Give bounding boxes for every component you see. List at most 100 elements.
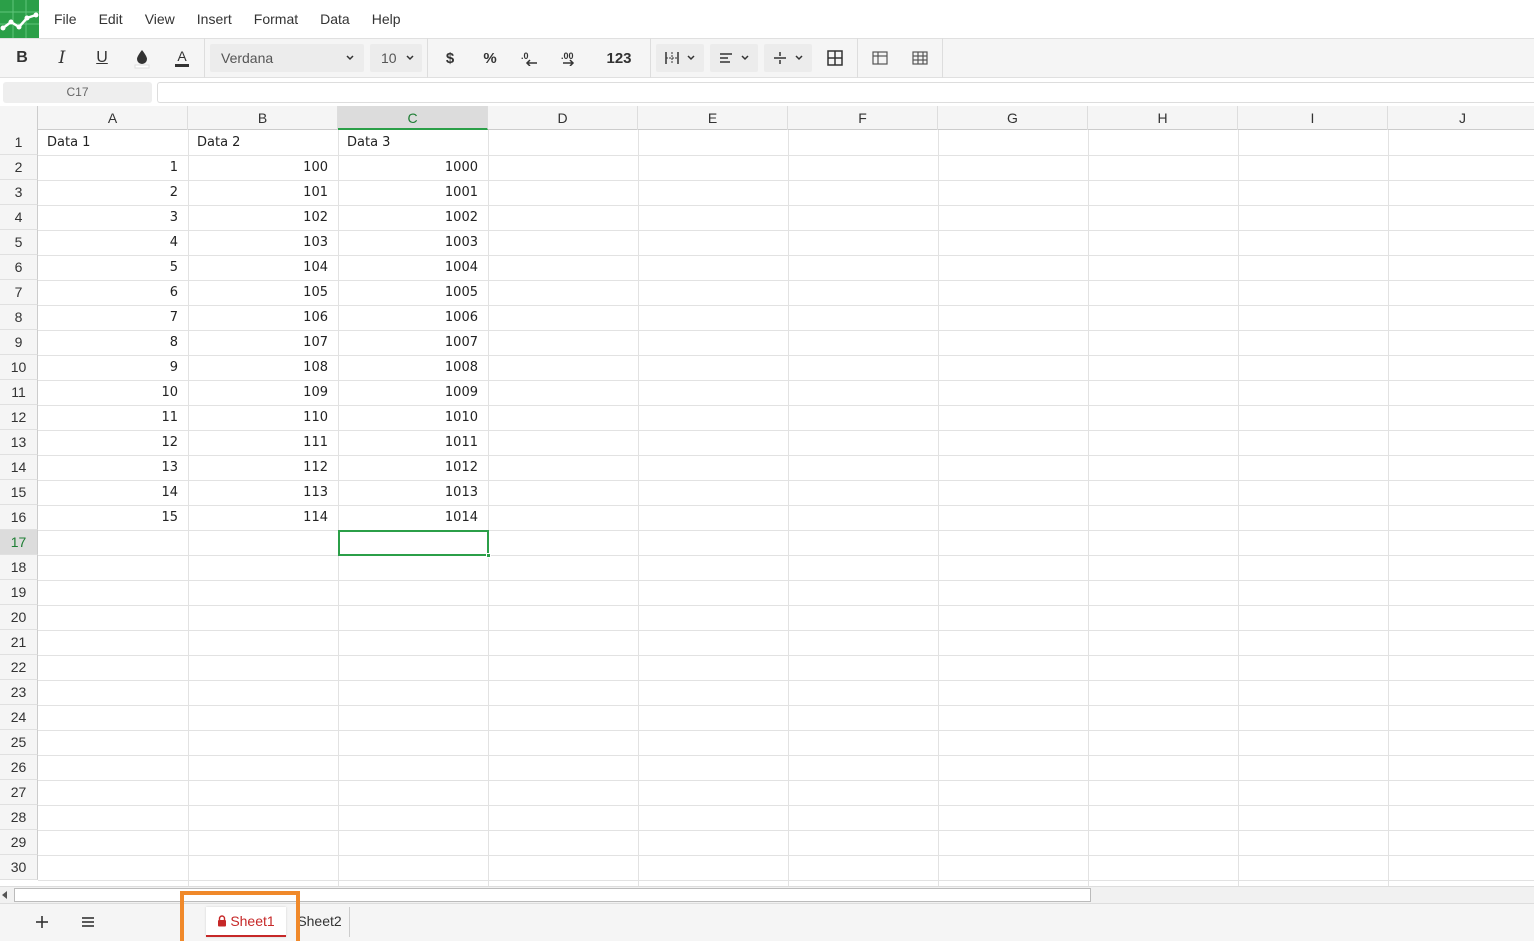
cell-a4[interactable]: 3 [38,205,188,230]
select-all-corner[interactable] [0,106,38,130]
cell-reference-box[interactable]: C17 [3,82,152,103]
column-header-g[interactable]: G [938,106,1088,130]
row-header-24[interactable]: 24 [0,705,38,730]
row-header-7[interactable]: 7 [0,280,38,305]
column-header-f[interactable]: F [788,106,938,130]
cell-b6[interactable]: 104 [188,255,338,280]
column-header-c[interactable]: C [338,106,488,130]
row-header-4[interactable]: 4 [0,205,38,230]
row-header-6[interactable]: 6 [0,255,38,280]
row-header-15[interactable]: 15 [0,480,38,505]
cell-b12[interactable]: 110 [188,405,338,430]
row-header-23[interactable]: 23 [0,680,38,705]
row-header-8[interactable]: 8 [0,305,38,330]
cell-b8[interactable]: 106 [188,305,338,330]
scrollbar-thumb[interactable] [14,888,1091,902]
cell-c2[interactable]: 1000 [338,155,488,180]
scroll-left-icon[interactable] [2,891,7,899]
row-header-5[interactable]: 5 [0,230,38,255]
selected-cell[interactable] [338,530,491,558]
cell-b15[interactable]: 113 [188,480,338,505]
cell-c6[interactable]: 1004 [338,255,488,280]
menu-file[interactable]: File [43,2,88,36]
cell-b9[interactable]: 107 [188,330,338,355]
cell-c4[interactable]: 1002 [338,205,488,230]
cell-a2[interactable]: 1 [38,155,188,180]
cell-b10[interactable]: 108 [188,355,338,380]
font-size-select[interactable]: 10 [370,44,422,72]
cell-b13[interactable]: 111 [188,430,338,455]
cell-a7[interactable]: 6 [38,280,188,305]
row-header-18[interactable]: 18 [0,555,38,580]
menu-format[interactable]: Format [243,2,309,36]
row-header-16[interactable]: 16 [0,505,38,530]
cell-c1[interactable]: Data 3 [338,130,488,155]
fill-color-button[interactable] [122,42,162,74]
row-header-29[interactable]: 29 [0,830,38,855]
cell-a9[interactable]: 8 [38,330,188,355]
horizontal-align-dropdown[interactable] [710,44,758,72]
borders-dropdown[interactable] [656,44,704,72]
table-button[interactable] [900,42,940,74]
fill-handle[interactable] [486,553,491,558]
row-header-20[interactable]: 20 [0,605,38,630]
increase-decimals-button[interactable]: .00 [550,42,590,74]
row-header-3[interactable]: 3 [0,180,38,205]
row-header-11[interactable]: 11 [0,380,38,405]
cell-c3[interactable]: 1001 [338,180,488,205]
row-header-22[interactable]: 22 [0,655,38,680]
cell-area[interactable]: Data 1 Data 2 Data 3 1 100 1000 2 101 1001 3 102 10… [38,130,1534,886]
formula-input[interactable] [157,82,1534,103]
cell-b3[interactable]: 101 [188,180,338,205]
underline-button[interactable]: U [82,42,122,74]
italic-button[interactable]: I [42,42,82,74]
row-header-19[interactable]: 19 [0,580,38,605]
row-header-1[interactable]: 1 [0,130,38,155]
column-header-h[interactable]: H [1088,106,1238,130]
cell-b11[interactable]: 109 [188,380,338,405]
cell-b16[interactable]: 114 [188,505,338,530]
row-header-10[interactable]: 10 [0,355,38,380]
menu-data[interactable]: Data [309,2,361,36]
cell-a6[interactable]: 5 [38,255,188,280]
cell-a16[interactable]: 15 [38,505,188,530]
cell-c8[interactable]: 1006 [338,305,488,330]
cell-c14[interactable]: 1012 [338,455,488,480]
cell-a8[interactable]: 7 [38,305,188,330]
freeze-rows-button[interactable] [860,42,900,74]
cell-c9[interactable]: 1007 [338,330,488,355]
cell-a12[interactable]: 11 [38,405,188,430]
row-header-30[interactable]: 30 [0,855,38,880]
bold-button[interactable]: B [2,42,42,74]
currency-button[interactable]: $ [430,42,470,74]
vertical-align-dropdown[interactable] [764,44,812,72]
cell-c5[interactable]: 1003 [338,230,488,255]
row-header-26[interactable]: 26 [0,755,38,780]
cell-c12[interactable]: 1010 [338,405,488,430]
cell-c15[interactable]: 1013 [338,480,488,505]
horizontal-scrollbar[interactable] [0,886,1534,903]
decrease-decimals-button[interactable]: .0 [510,42,550,74]
menu-edit[interactable]: Edit [88,2,134,36]
cell-c7[interactable]: 1005 [338,280,488,305]
cell-a13[interactable]: 12 [38,430,188,455]
cell-a11[interactable]: 10 [38,380,188,405]
column-header-d[interactable]: D [488,106,638,130]
cell-b14[interactable]: 112 [188,455,338,480]
row-header-12[interactable]: 12 [0,405,38,430]
percent-button[interactable]: % [470,42,510,74]
number-format-button[interactable]: 123 [590,42,648,74]
sheet-list-button[interactable] [68,904,108,940]
menu-help[interactable]: Help [361,2,412,36]
row-header-9[interactable]: 9 [0,330,38,355]
column-header-j[interactable]: J [1388,106,1534,130]
cell-a14[interactable]: 13 [38,455,188,480]
row-header-27[interactable]: 27 [0,780,38,805]
row-header-17[interactable]: 17 [0,530,38,555]
row-header-13[interactable]: 13 [0,430,38,455]
menu-insert[interactable]: Insert [186,2,243,36]
column-header-a[interactable]: A [38,106,188,130]
row-header-25[interactable]: 25 [0,730,38,755]
add-sheet-button[interactable] [22,904,62,940]
cell-c10[interactable]: 1008 [338,355,488,380]
